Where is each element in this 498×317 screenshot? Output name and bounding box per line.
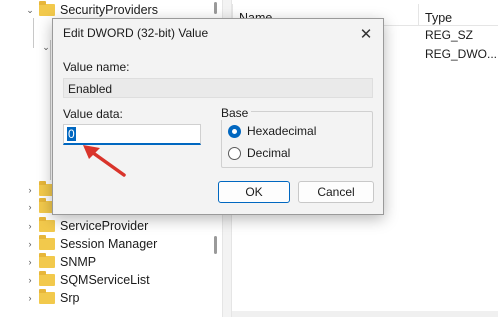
edit-dword-dialog: Edit DWORD (32-bit) Value ✕ Value name: … bbox=[52, 18, 384, 215]
ok-button[interactable]: OK bbox=[218, 181, 290, 203]
cancel-button-label: Cancel bbox=[317, 185, 355, 199]
value-name-field: Enabled bbox=[63, 78, 373, 98]
scrollbar-thumb[interactable] bbox=[214, 2, 217, 14]
tree-guide-line bbox=[50, 40, 51, 180]
tree-item-label: SecurityProviders bbox=[60, 3, 158, 17]
folder-icon bbox=[39, 289, 55, 304]
chevron-right-icon[interactable]: › bbox=[24, 239, 36, 249]
chevron-right-icon[interactable]: › bbox=[24, 257, 36, 267]
radio-label: Hexadecimal bbox=[247, 124, 317, 138]
tree-item-label: SNMP bbox=[60, 255, 97, 269]
list-cell-type[interactable]: REG_DWO... bbox=[425, 47, 497, 61]
base-label: Base bbox=[221, 106, 252, 120]
list-cell-type[interactable]: REG_SZ bbox=[425, 28, 473, 42]
chevron-right-icon[interactable]: › bbox=[24, 202, 36, 212]
value-name-text: Enabled bbox=[68, 82, 113, 96]
ok-button-label: OK bbox=[245, 185, 263, 199]
chevron-right-icon[interactable]: › bbox=[24, 221, 36, 231]
tree-item-label: Srp bbox=[60, 291, 80, 305]
dialog-title: Edit DWORD (32-bit) Value bbox=[63, 26, 209, 40]
column-separator[interactable] bbox=[418, 4, 419, 26]
radio-selected-icon[interactable] bbox=[228, 124, 241, 138]
folder-icon bbox=[39, 271, 55, 286]
tree-item-label: SQMServiceList bbox=[60, 273, 150, 287]
tree-item-label: ServiceProvider bbox=[60, 219, 149, 233]
chevron-down-icon[interactable]: ⌄ bbox=[24, 5, 36, 16]
values-hscrollbar[interactable] bbox=[232, 311, 498, 317]
close-icon: ✕ bbox=[359, 26, 373, 43]
folder-icon bbox=[39, 235, 55, 250]
tree-item-sqmservicelist[interactable]: › SQMServiceList bbox=[24, 271, 150, 289]
column-header-type[interactable]: Type bbox=[425, 11, 452, 25]
tree-guide-line bbox=[33, 18, 34, 48]
chevron-right-icon[interactable]: › bbox=[24, 275, 36, 285]
tree-item-srp[interactable]: › Srp bbox=[24, 289, 79, 307]
value-data-text: 0 bbox=[67, 127, 76, 141]
close-button[interactable]: ✕ bbox=[349, 19, 383, 49]
tree-item-label: Session Manager bbox=[60, 237, 158, 251]
annotation-arrow-icon bbox=[83, 145, 126, 177]
radio-decimal[interactable]: Decimal bbox=[228, 146, 290, 160]
radio-hexadecimal[interactable]: Hexadecimal bbox=[228, 124, 316, 138]
tree-item-securityproviders[interactable]: ⌄ SecurityProviders bbox=[24, 1, 158, 19]
chevron-right-icon[interactable]: › bbox=[24, 293, 36, 303]
tree-item-snmp[interactable]: › SNMP bbox=[24, 253, 96, 271]
folder-icon bbox=[39, 253, 55, 268]
radio-unselected-icon[interactable] bbox=[228, 146, 241, 160]
folder-icon bbox=[39, 217, 55, 232]
tree-item-serviceprovider[interactable]: › ServiceProvider bbox=[24, 217, 148, 235]
chevron-down-icon[interactable]: ⌄ bbox=[40, 42, 52, 53]
scrollbar-thumb[interactable] bbox=[214, 236, 217, 254]
radio-label: Decimal bbox=[247, 146, 291, 160]
value-name-label: Value name: bbox=[63, 60, 130, 74]
tree-item-session-manager[interactable]: › Session Manager bbox=[24, 235, 157, 253]
chevron-right-icon[interactable]: › bbox=[24, 185, 36, 195]
folder-icon bbox=[39, 1, 55, 16]
value-data-label: Value data: bbox=[63, 107, 123, 121]
cancel-button[interactable]: Cancel bbox=[298, 181, 374, 203]
